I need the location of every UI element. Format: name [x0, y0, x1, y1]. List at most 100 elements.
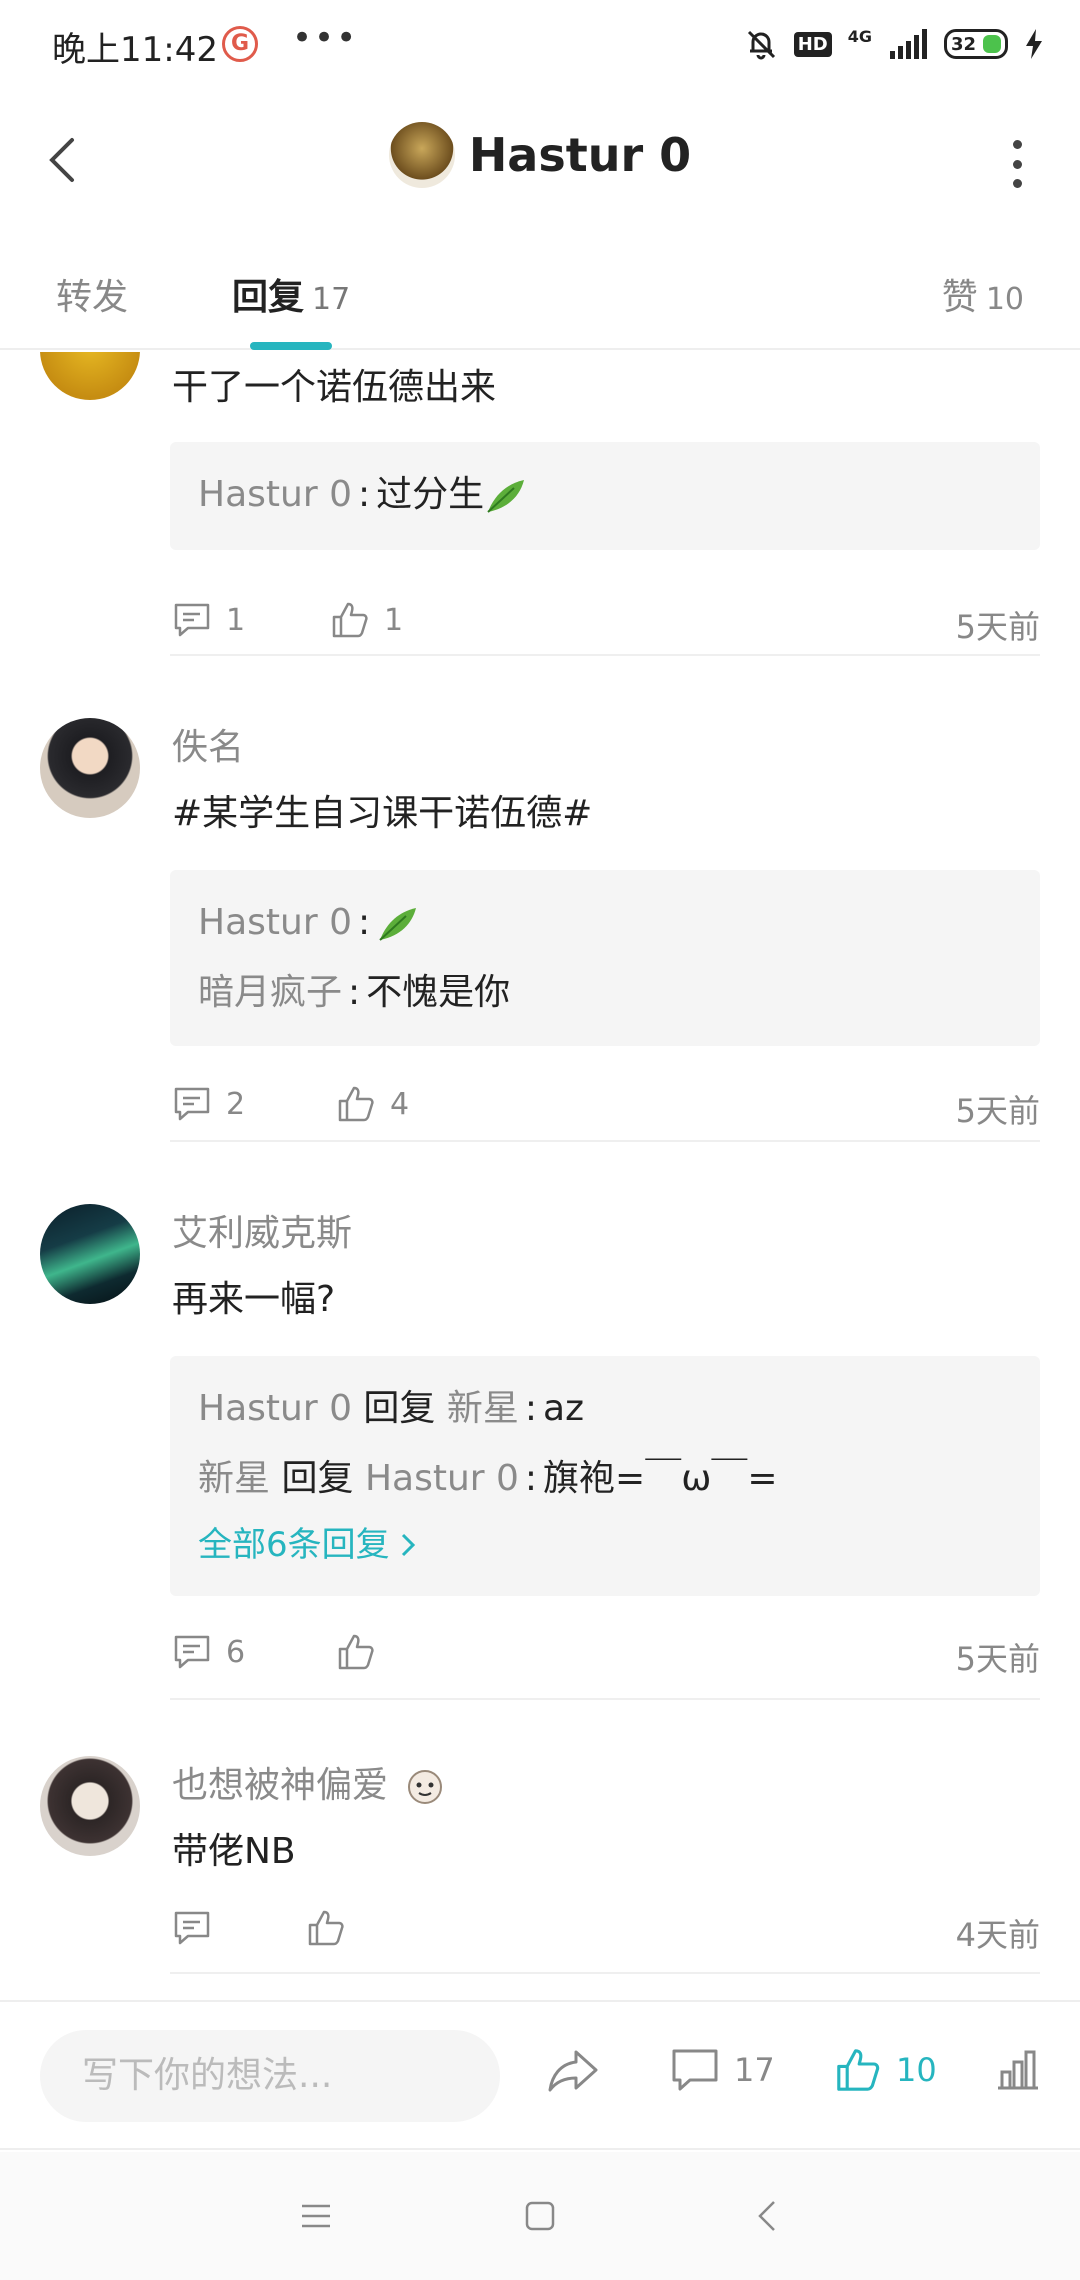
tab-bar: 转发 回复 17 赞 10 — [0, 232, 1080, 350]
thumbs-up-icon — [837, 2049, 880, 2091]
tab-likes[interactable]: 赞 10 — [942, 268, 1024, 320]
stats-button[interactable] — [994, 2046, 1042, 2094]
comment-author[interactable]: 佚名 — [172, 718, 244, 770]
reply-count: 1 — [226, 602, 246, 638]
share-button[interactable] — [546, 2046, 600, 2094]
status-time: 晚上11:42 — [52, 30, 218, 70]
home-square-icon — [525, 2201, 555, 2231]
status-bar: 晚上11:42 G ••• HD 4G 32 — [0, 0, 1080, 88]
reply-text: 过分生 — [376, 474, 485, 515]
battery-level: 32 — [951, 33, 977, 55]
divider — [170, 1698, 1040, 1700]
menu-button[interactable] — [292, 2192, 340, 2240]
comment-time: 5天前 — [955, 1092, 1040, 1130]
reply-user[interactable]: Hastur 0 — [198, 1388, 352, 1429]
reply-count: 2 — [226, 1086, 246, 1122]
comment-time: 4天前 — [955, 1916, 1040, 1954]
comment-actions: 2 4 5天前 — [172, 1084, 1040, 1132]
avatar[interactable] — [40, 352, 140, 400]
avatar[interactable] — [40, 718, 140, 818]
comment-actions: 1 1 5天前 — [172, 600, 1040, 648]
reply-text: az — [543, 1388, 585, 1429]
like-count: 1 — [384, 602, 404, 638]
all-replies-link[interactable]: 全部6条回复 — [198, 1514, 1012, 1576]
leaf-emoji-icon — [487, 480, 525, 513]
like-button[interactable] — [306, 1908, 360, 1948]
reply-line: Hastur 0: — [198, 888, 1012, 958]
tab-replies-label: 回复 — [232, 277, 305, 318]
like-count-button[interactable]: 10 — [834, 2046, 937, 2094]
reply-line: 暗月疯子: 不愧是你 — [198, 972, 511, 1013]
all-replies-label: 全部6条回复 — [198, 1525, 390, 1565]
header-avatar[interactable] — [388, 122, 455, 188]
reply-preview[interactable]: Hastur 0 回复 新星: az 新星 回复 Hastur 0: 旗袍=￣ω￣=… — [170, 1356, 1040, 1596]
status-icons: HD 4G 32 — [744, 22, 1044, 66]
reply-verb: 回复 — [363, 1388, 436, 1429]
signal-icon — [890, 29, 927, 59]
menu-icon — [302, 2204, 330, 2228]
hd-badge: HD — [793, 31, 832, 57]
comment-input[interactable]: 写下你的想法... — [40, 2030, 500, 2122]
comment-count-button[interactable]: 17 — [670, 2046, 775, 2094]
reply-target-user[interactable]: Hastur 0 — [365, 1458, 519, 1499]
reply-line: 新星 回复 Hastur 0: 旗袍=￣ω￣= — [198, 1458, 778, 1499]
tab-forward[interactable]: 转发 — [56, 268, 128, 320]
mute-bell-icon — [747, 30, 775, 60]
comment-time: 5天前 — [955, 608, 1040, 646]
badge-icon — [408, 1770, 443, 1804]
comment-author[interactable]: 也想被神偏爱 — [172, 1756, 445, 1808]
charging-icon — [1026, 29, 1042, 59]
page-title: Hastur 0 — [468, 128, 692, 182]
reply-button[interactable] — [172, 1908, 226, 1948]
comment-author-name: 也想被神偏爱 — [172, 1765, 389, 1806]
home-button[interactable] — [516, 2192, 564, 2240]
comment-text: 带佬NB — [172, 1831, 296, 1872]
like-count: 10 — [896, 2051, 937, 2089]
comment-actions: 4天前 — [172, 1908, 1040, 1956]
like-button[interactable]: 1 — [330, 600, 403, 640]
system-back-button[interactable] — [744, 2192, 792, 2240]
reply-user[interactable]: 新星 — [198, 1458, 270, 1499]
leaf-emoji-icon — [379, 908, 417, 941]
reply-count: 6 — [226, 1634, 246, 1670]
like-button[interactable]: 4 — [336, 1084, 409, 1124]
battery-icon: 32 — [944, 29, 1008, 59]
avatar[interactable] — [40, 1756, 140, 1856]
comment-icon — [174, 1635, 210, 1669]
tab-likes-count: 10 — [985, 282, 1024, 317]
bar-chart-icon — [998, 2050, 1038, 2090]
comment-bubble-icon — [672, 2049, 718, 2091]
comment-icon — [174, 603, 210, 637]
avatar[interactable] — [40, 1204, 140, 1304]
header-user[interactable]: Hastur 0 — [0, 122, 1080, 188]
reply-user[interactable]: Hastur 0 — [198, 474, 352, 515]
reply-user[interactable]: Hastur 0 — [198, 902, 352, 943]
reply-button[interactable]: 6 — [172, 1632, 245, 1672]
reply-button[interactable]: 1 — [172, 600, 245, 640]
comment-text: 再来一幅? — [172, 1279, 336, 1320]
thumbs-up-icon — [338, 1086, 374, 1122]
divider — [170, 654, 1040, 656]
reply-preview[interactable]: Hastur 0: 暗月疯子: 不愧是你 — [170, 870, 1040, 1046]
comment-icon — [174, 1911, 210, 1945]
comment-author[interactable]: 艾利威克斯 — [172, 1204, 352, 1256]
reply-preview[interactable]: Hastur 0: 过分生 — [170, 442, 1040, 550]
reply-text: 不愧是你 — [366, 972, 511, 1013]
reply-target-user[interactable]: 新星 — [447, 1388, 519, 1429]
back-triangle-icon — [758, 2201, 775, 2231]
share-arrow-icon — [548, 2050, 598, 2092]
comment-list[interactable]: 干了一个诺伍德出来 Hastur 0: 过分生 1 1 5天前 佚名 #某学生自习… — [0, 352, 1080, 2000]
thumbs-up-icon — [332, 602, 368, 638]
thumbs-up-icon — [338, 1634, 374, 1670]
reply-line: Hastur 0 回复 新星: az — [198, 1388, 585, 1429]
thumbs-up-icon — [308, 1910, 344, 1946]
reply-user[interactable]: 暗月疯子 — [198, 972, 342, 1013]
comment-icon — [174, 1087, 210, 1121]
system-nav-bar — [0, 2152, 1080, 2280]
more-options-button[interactable] — [1010, 140, 1024, 188]
tab-replies-count: 17 — [312, 282, 351, 317]
like-button[interactable] — [336, 1632, 390, 1672]
tab-replies[interactable]: 回复 17 — [232, 268, 350, 320]
reply-button[interactable]: 2 — [172, 1084, 245, 1124]
comment-time: 5天前 — [955, 1640, 1040, 1678]
